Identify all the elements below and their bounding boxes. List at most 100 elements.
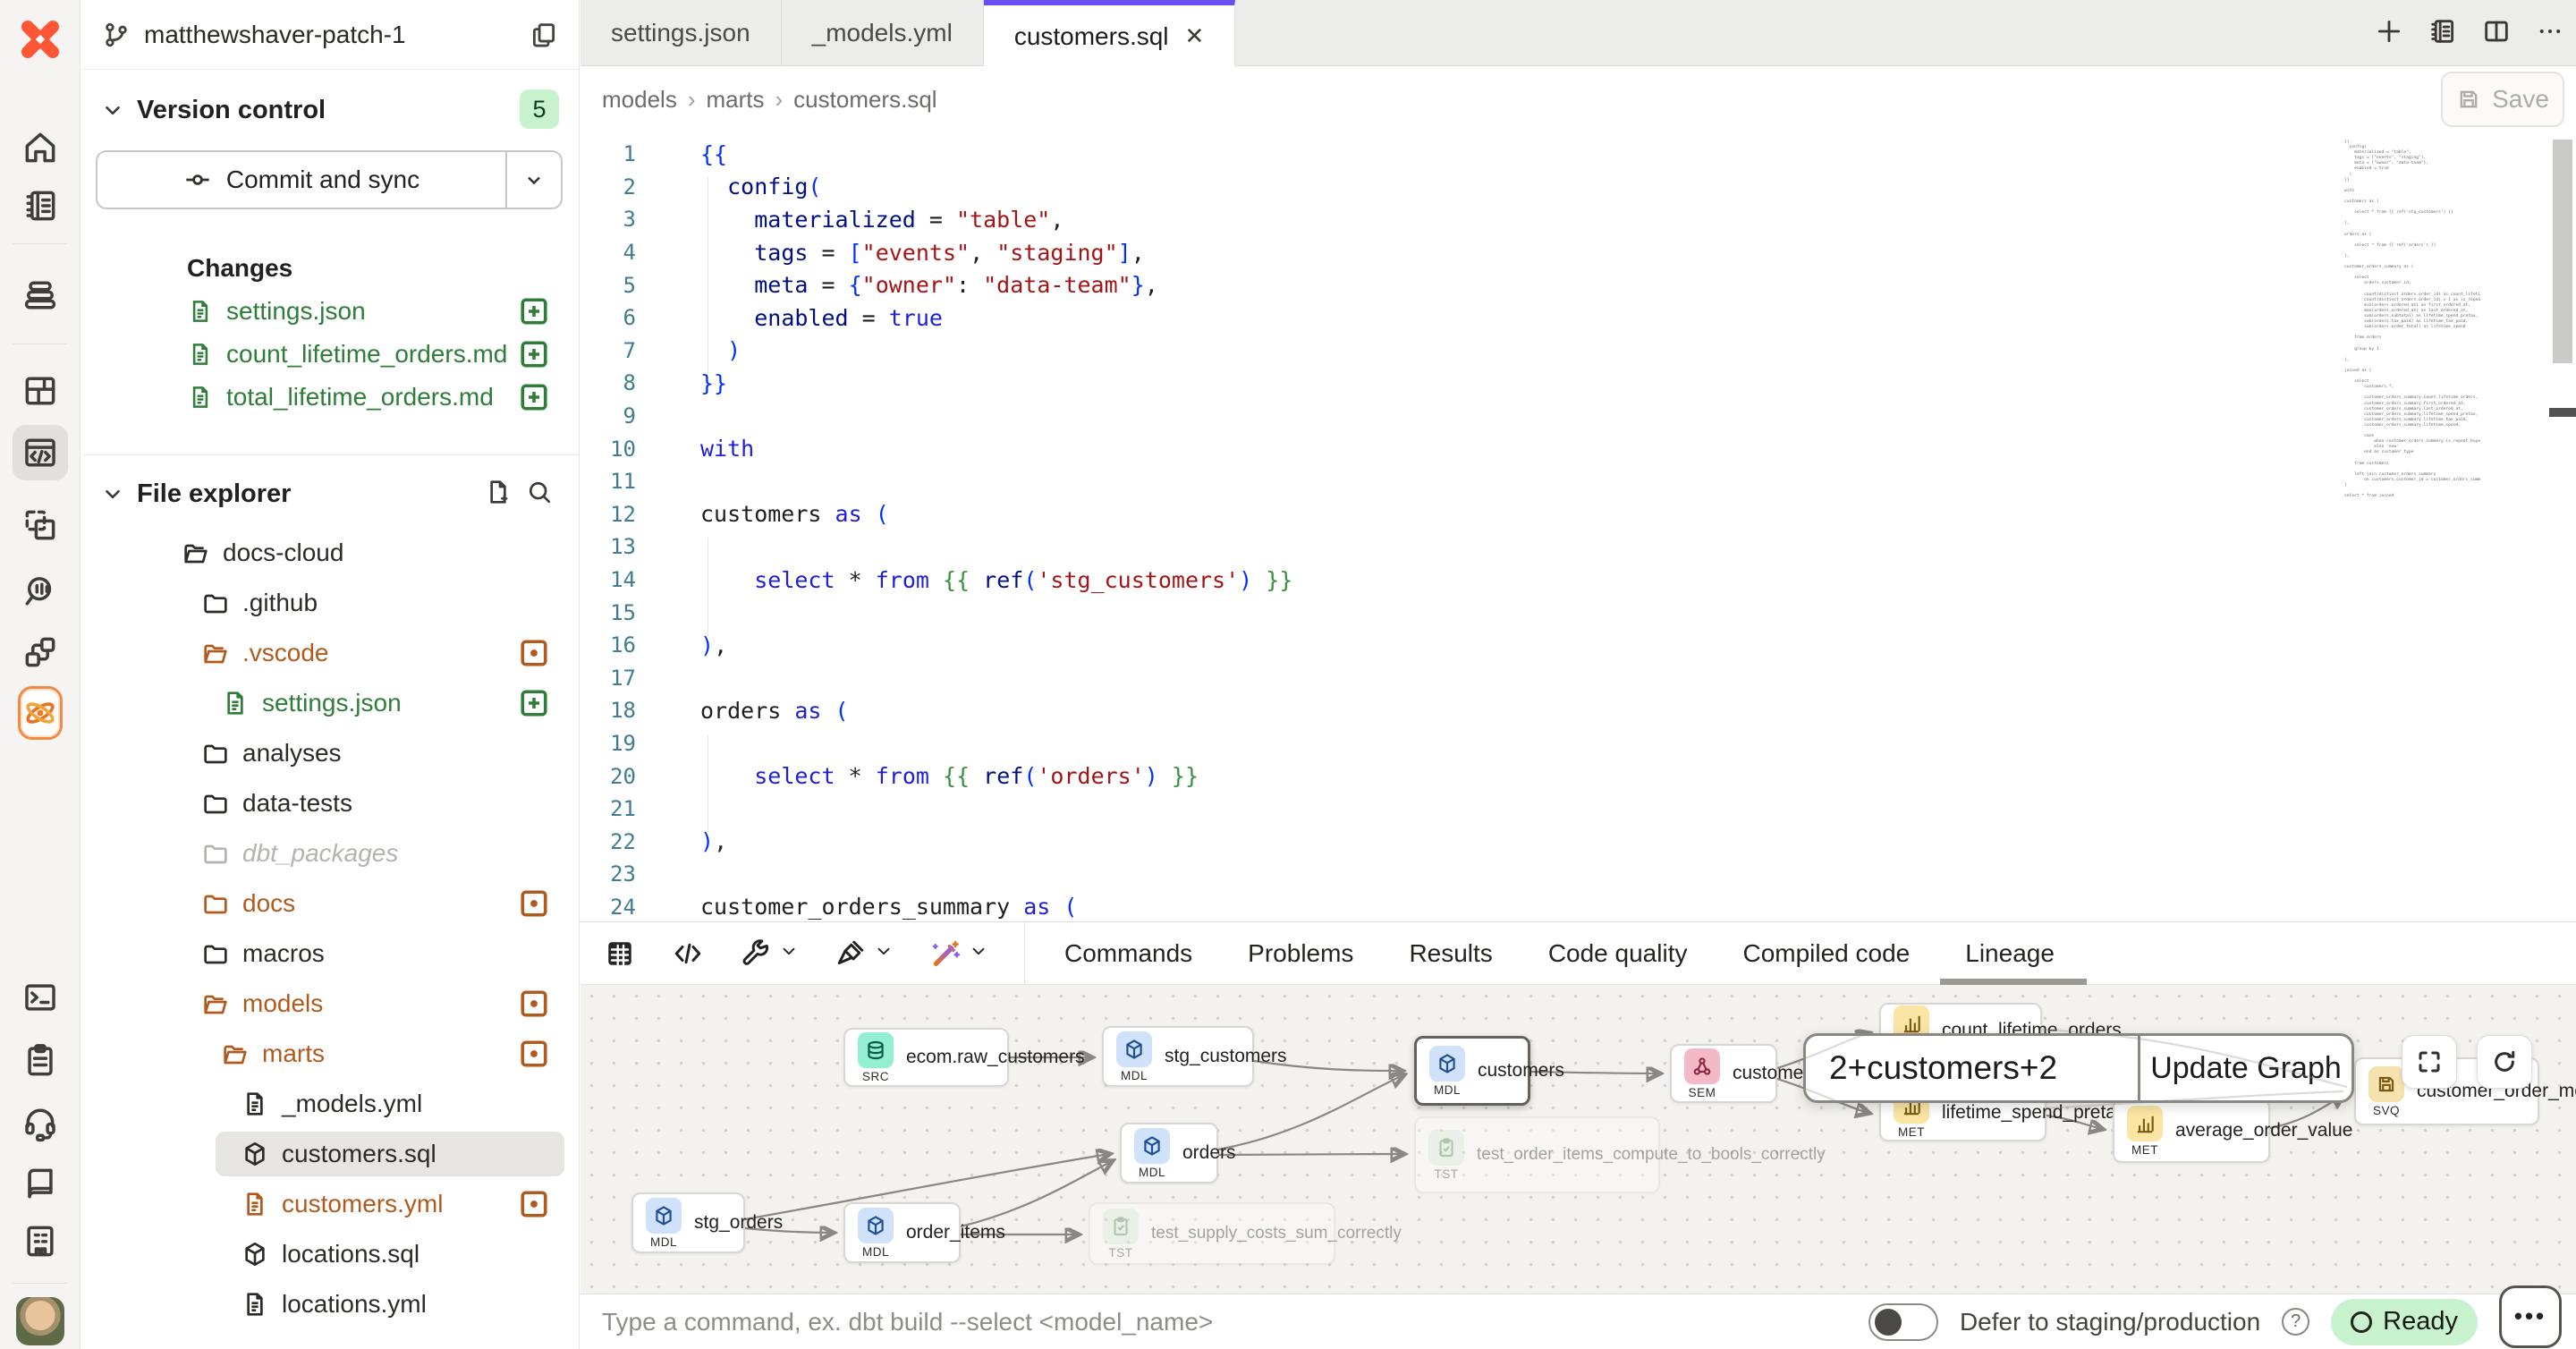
ide-icon[interactable] <box>13 425 68 480</box>
code-line[interactable]: 9 <box>580 400 2308 433</box>
code-line[interactable]: 5 meta = {"owner": "data-team"}, <box>580 268 2308 301</box>
organization-icon[interactable] <box>20 1220 61 1261</box>
catalog-search-icon[interactable] <box>20 571 61 612</box>
version-control-header[interactable]: Version control 5 <box>101 89 559 131</box>
more-actions-button[interactable]: ••• <box>2499 1285 2562 1348</box>
code-line[interactable]: 14 select * from {{ ref('stg_customers')… <box>580 564 2308 597</box>
code-line[interactable]: 3 materialized = "table", <box>580 203 2308 236</box>
lineage-node-orders[interactable]: MDLorders <box>1120 1123 1218 1184</box>
notebook-icon[interactable] <box>20 185 61 226</box>
tree-item-models[interactable]: models <box>81 979 579 1029</box>
changed-file-row[interactable]: settings.json <box>81 290 579 333</box>
panel-tab-lineage[interactable]: Lineage <box>1965 922 2055 985</box>
lineage-node-stg-customers[interactable]: MDLstg_customers <box>1102 1026 1254 1087</box>
code-line[interactable]: 22), <box>580 825 2308 858</box>
file-explorer-header[interactable]: File explorer <box>101 472 554 515</box>
lineage-node-test-supply-costs[interactable]: TSTtest_supply_costs_sum_correctly <box>1089 1202 1335 1265</box>
update-graph-button[interactable]: Update Graph <box>2138 1036 2351 1100</box>
tree-item-locations-yml[interactable]: locations.yml <box>81 1279 579 1329</box>
code-line[interactable]: 2 config( <box>580 171 2308 204</box>
tree-item--models-yml[interactable]: _models.yml <box>81 1079 579 1129</box>
refresh-button[interactable] <box>2477 1035 2532 1089</box>
fix-with-ai-icon[interactable] <box>929 938 988 970</box>
panel-tab-commands[interactable]: Commands <box>1064 922 1192 985</box>
lineage-node-stg-orders[interactable]: MDLstg_orders <box>631 1192 745 1253</box>
copilot-icon[interactable] <box>20 692 61 734</box>
tree-item-docs[interactable]: docs <box>81 878 579 929</box>
code-line[interactable]: 6 enabled = true <box>580 301 2308 335</box>
save-button[interactable]: Save <box>2441 72 2564 127</box>
format-broom-icon[interactable] <box>835 938 894 970</box>
stage-plus-icon[interactable] <box>518 381 550 413</box>
tree-item--github[interactable]: .github <box>81 578 579 628</box>
scrollbar-thumb[interactable] <box>2553 140 2572 363</box>
tree-item--vscode[interactable]: .vscode <box>81 628 579 678</box>
tree-item-docs-cloud[interactable]: docs-cloud <box>81 528 579 578</box>
tree-item-locations-sql[interactable]: locations.sql <box>81 1229 579 1279</box>
help-icon[interactable]: ? <box>2282 1308 2309 1336</box>
commit-and-sync-main[interactable]: Commit and sync <box>97 152 505 208</box>
copy-icon[interactable] <box>529 20 559 50</box>
code-line[interactable]: 4 tags = ["events", "staging"], <box>580 236 2308 269</box>
command-input[interactable]: Type a command, ex. dbt build --select <… <box>602 1308 1213 1336</box>
lineage-node-order-items[interactable]: MDLorder_items <box>843 1202 961 1263</box>
commit-options-caret[interactable] <box>505 152 561 208</box>
notebook-panel-icon[interactable] <box>2428 16 2458 51</box>
lineage-node-average-order-value[interactable]: METaverage_order_value <box>2113 1099 2270 1163</box>
code-line[interactable]: 24customer_orders_summary as ( <box>580 891 2308 921</box>
compile-code-icon[interactable] <box>672 938 704 970</box>
code-line[interactable]: 16), <box>580 629 2308 662</box>
code-line[interactable]: 17 <box>580 662 2308 695</box>
orchestration-icon[interactable] <box>20 632 61 673</box>
lineage-query-input[interactable]: 2+customers+2 <box>1806 1036 2138 1100</box>
chevron-down-icon[interactable] <box>867 941 894 965</box>
tree-item-data-tests[interactable]: data-tests <box>81 778 579 828</box>
lineage-node-customers-semantic[interactable]: SEMcustomers <box>1670 1044 1777 1103</box>
build-wrench-icon[interactable] <box>740 938 799 970</box>
tree-item-marts[interactable]: marts <box>81 1029 579 1079</box>
close-tab-icon[interactable]: ✕ <box>1185 22 1205 50</box>
user-avatar[interactable] <box>16 1297 64 1345</box>
search-icon[interactable] <box>525 478 554 511</box>
breadcrumb-models[interactable]: models <box>602 86 677 114</box>
code-line[interactable]: 10with <box>580 432 2308 465</box>
dbt-logo-icon[interactable] <box>17 16 64 63</box>
panel-tab-compiled-code[interactable]: Compiled code <box>1742 922 1910 985</box>
tree-item-dbt-packages[interactable]: dbt_packages <box>81 828 579 878</box>
fullscreen-button[interactable] <box>2402 1035 2457 1089</box>
code-line[interactable]: 15 <box>580 596 2308 629</box>
canvas-icon[interactable] <box>20 505 61 546</box>
home-icon[interactable] <box>20 127 61 168</box>
tab-customers-sql[interactable]: customers.sql✕ <box>984 0 1236 67</box>
new-file-icon[interactable] <box>484 478 513 511</box>
code-line[interactable]: 8}} <box>580 367 2308 400</box>
terminal-icon[interactable] <box>20 977 61 1018</box>
stack-icon[interactable] <box>20 275 61 316</box>
tree-item-macros[interactable]: macros <box>81 929 579 979</box>
panel-tab-code-quality[interactable]: Code quality <box>1548 922 1688 985</box>
lineage-node-test-order-items[interactable]: TSTtest_order_items_compute_to_bools_cor… <box>1414 1116 1660 1193</box>
changed-file-row[interactable]: count_lifetime_orders.md <box>81 333 579 376</box>
branch-name[interactable]: matthewshaver-patch-1 <box>144 21 516 49</box>
clipboard-icon[interactable] <box>20 1039 61 1081</box>
tree-item-settings-json[interactable]: settings.json <box>81 678 579 728</box>
stage-plus-icon[interactable] <box>518 295 550 327</box>
tree-item-analyses[interactable]: analyses <box>81 728 579 778</box>
split-editor-icon[interactable] <box>2481 16 2512 51</box>
code-line[interactable]: 7 ) <box>580 335 2308 368</box>
preview-table-icon[interactable] <box>604 938 636 970</box>
chevron-down-icon[interactable] <box>962 941 988 965</box>
more-options-icon[interactable] <box>2535 16 2565 51</box>
code-line[interactable]: 23 <box>580 858 2308 891</box>
tab-settings-json[interactable]: settings.json <box>580 0 782 66</box>
tree-item-customers-yml[interactable]: customers.yml <box>81 1179 579 1229</box>
breadcrumb-marts[interactable]: marts <box>707 86 765 114</box>
tree-item-customers-sql[interactable]: customers.sql <box>81 1129 579 1179</box>
code-line[interactable]: 19 <box>580 727 2308 760</box>
stage-plus-icon[interactable] <box>518 338 550 370</box>
code-line[interactable]: 1{{ <box>580 138 2308 171</box>
editor-scrollbar[interactable] <box>2549 132 2576 921</box>
code-line[interactable]: 12customers as ( <box>580 498 2308 531</box>
defer-toggle[interactable] <box>1868 1303 1938 1341</box>
new-tab-icon[interactable] <box>2374 16 2404 51</box>
